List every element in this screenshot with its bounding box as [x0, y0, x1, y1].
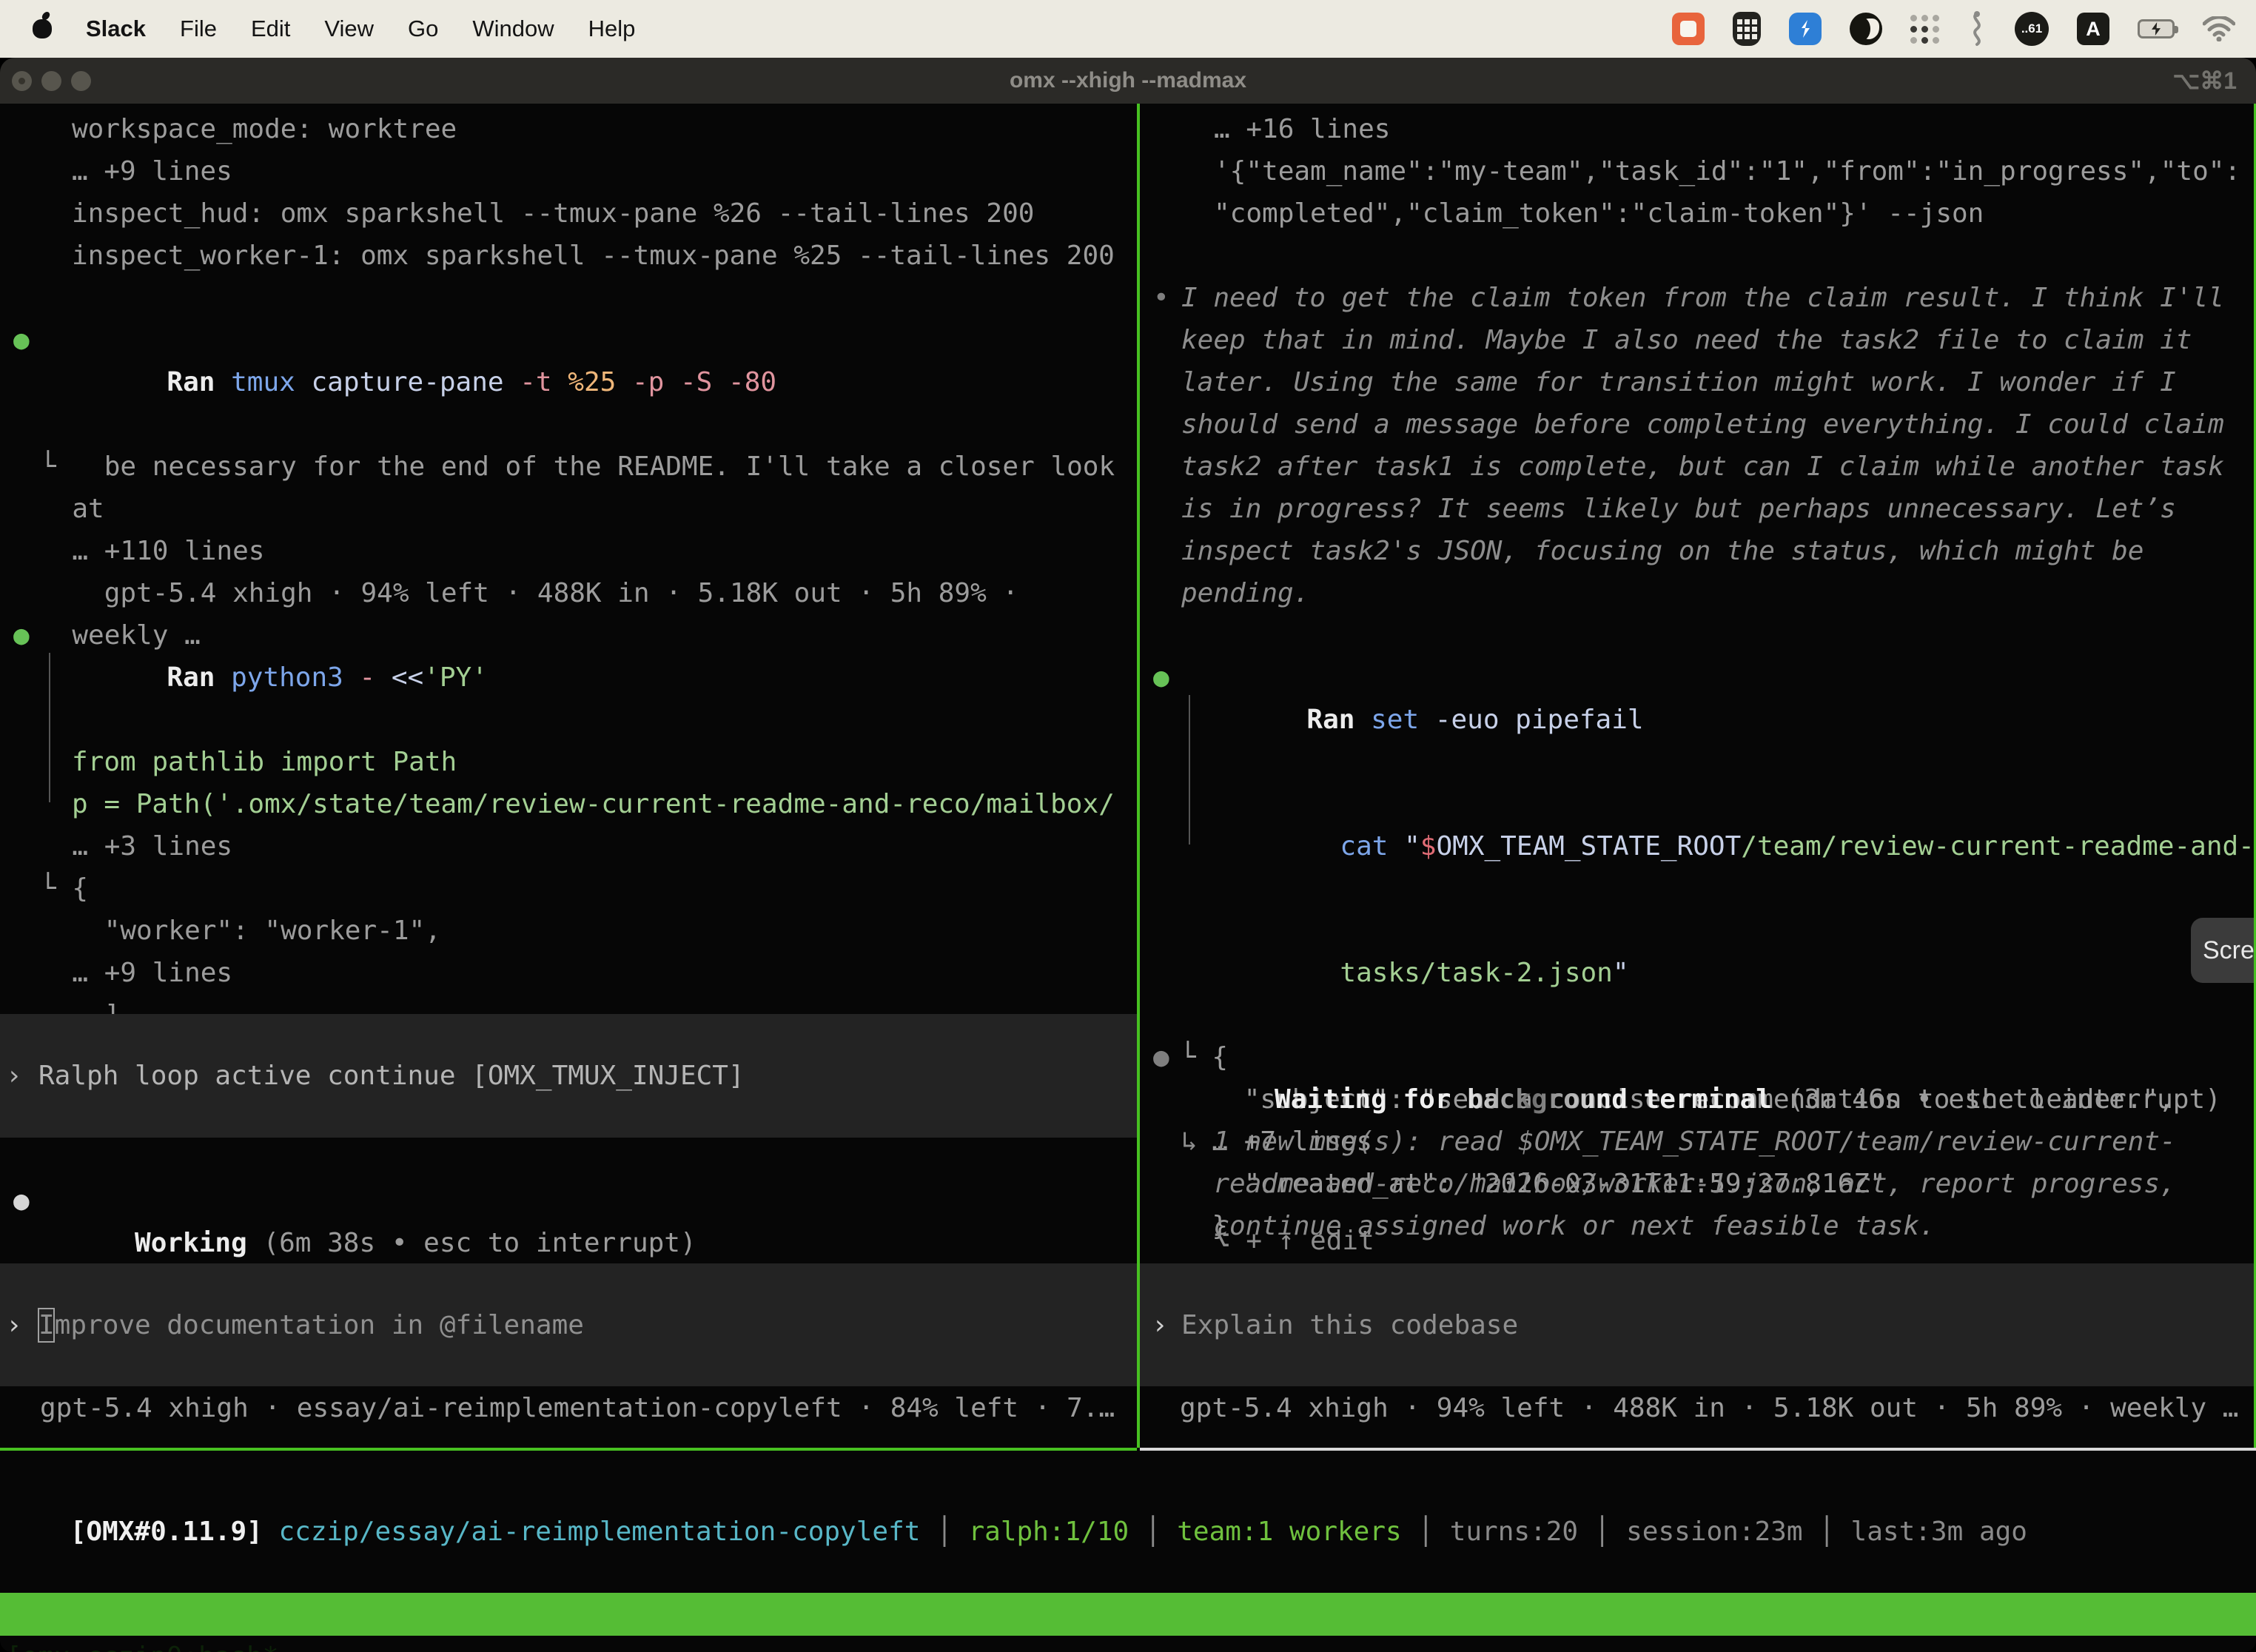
right-log-head: … +16 lines '{"team_name":"my-team","tas…: [1140, 108, 2256, 235]
prompt-input-right[interactable]: › Explain this codebase: [1140, 1263, 2256, 1386]
screen-tooltip: Scre: [2191, 918, 2256, 983]
waiting-bullet-icon: ●: [1153, 1036, 1169, 1078]
prompt-input-left[interactable]: › Improve documentation in @filename: [0, 1263, 1137, 1386]
menu-item-view[interactable]: View: [324, 16, 374, 42]
working-bullet-icon: ●: [13, 1180, 30, 1222]
prompt-placeholder: Explain this codebase: [1140, 1304, 2256, 1346]
omx-ralph-counter: ralph:1/10: [968, 1517, 1129, 1547]
run-bullet-icon: ●: [13, 319, 30, 361]
text-cursor: [38, 1308, 55, 1343]
app-menu-slack[interactable]: Slack: [86, 16, 146, 42]
inject-banner[interactable]: › Ralph loop active continue [OMX_TMUX_I…: [0, 1014, 1137, 1138]
omx-session-stats: │ turns:20 │ session:23m │ last:3m ago: [1402, 1517, 2027, 1547]
tmux-pane-right[interactable]: … +16 lines '{"team_name":"my-team","tas…: [1140, 104, 2256, 1448]
charging-bolt-icon: [2152, 22, 2161, 36]
ran-tmux-block: ●Ran tmux capture-pane -t %25 -p -S -80 …: [0, 319, 1137, 657]
shield-grid-icon[interactable]: [1733, 12, 1761, 46]
left-session-status: gpt-5.4 xhigh · essay/ai-reimplementatio…: [0, 1387, 1137, 1429]
ran-set-command: ●Ran set -euo pipefail: [1140, 657, 2256, 783]
dark-crescent-icon[interactable]: [1850, 13, 1882, 45]
cat-command-line: cat "$OMX_TEAM_STATE_ROOT/team/review-cu…: [1140, 783, 2256, 910]
run-bullet-icon: ●: [13, 614, 30, 657]
pane-divider[interactable]: [1137, 104, 1140, 1448]
thinking-bullet-icon: •: [1153, 277, 1169, 319]
wifi-icon[interactable]: [2203, 16, 2235, 41]
apple-menu-icon[interactable]: [33, 19, 52, 38]
left-log-head: workspace_mode: worktree … +9 lines insp…: [0, 108, 1137, 277]
menu-item-file[interactable]: File: [180, 16, 217, 42]
menu-item-window[interactable]: Window: [472, 16, 554, 42]
tmux-pane-left[interactable]: workspace_mode: worktree … +9 lines insp…: [0, 104, 1137, 1448]
python-code-line: from pathlib import Path: [0, 741, 1137, 783]
ran-tmux-command: ●Ran tmux capture-pane -t %25 -p -S -80: [0, 319, 1137, 446]
menu-item-edit[interactable]: Edit: [251, 16, 290, 42]
input-source-icon[interactable]: A: [2077, 13, 2109, 45]
omx-team-workers: team:1 workers: [1177, 1517, 1401, 1547]
thinking-block: • I need to get the claim token from the…: [1140, 277, 2256, 614]
window-shortcut-hint: ⌥⌘1: [2172, 58, 2237, 104]
battery-icon[interactable]: [2138, 19, 2175, 38]
python-code-line: p = Path('.omx/state/team/review-current…: [0, 783, 1137, 825]
chat-bubble-icon[interactable]: [1672, 13, 1705, 45]
inject-banner-text: Ralph loop active continue [OMX_TMUX_INJ…: [0, 1055, 1137, 1097]
cat-command-line2: tasks/task-2.json": [1140, 910, 2256, 1036]
omx-repo: cczip/essay/ai-reimplementation-copyleft: [263, 1517, 921, 1547]
menu-bar: Slack File Edit View Go Window Help ..61…: [0, 0, 2256, 58]
terminal-window: omx --xhigh --madmax ⌥⌘1 workspace_mode:…: [0, 58, 2256, 1652]
pane-bottom-border-left: [0, 1448, 1137, 1451]
zigzag-glyph: [1796, 19, 1815, 38]
dots-grid-icon[interactable]: [1910, 15, 1939, 44]
ran-python-block: ●Ran python3 - <<'PY' from pathlib impor…: [0, 614, 1137, 1078]
ran-python-command: ●Ran python3 - <<'PY': [0, 614, 1137, 741]
edit-shortcut-hint: ⌥ + ↑ edit: [1140, 1220, 2256, 1262]
window-title-bar: omx --xhigh --madmax ⌥⌘1: [0, 58, 2256, 104]
thinking-text: I need to get the claim token from the c…: [1140, 277, 2256, 614]
run-bullet-icon: ●: [1153, 657, 1169, 699]
omx-status-line: [OMX#0.11.9] cczip/essay/ai-reimplementa…: [6, 1468, 2027, 1511]
pane-bottom-border-right: [1140, 1448, 2256, 1451]
tmux-session-label[interactable]: [omx-cczip0:bash*: [6, 1636, 278, 1652]
menu-item-help[interactable]: Help: [588, 16, 636, 42]
right-session-status: gpt-5.4 xhigh · 94% left · 488K in · 5.1…: [1140, 1387, 2256, 1429]
omx-version: [OMX#0.11.9]: [70, 1517, 263, 1547]
tmux-status-bar: [omx-cczip0:bash* "MacBook-Pro-44.local"…: [0, 1593, 2256, 1636]
blue-badge-icon[interactable]: [1789, 13, 1822, 45]
counter-badge-icon[interactable]: ..61: [2015, 12, 2049, 46]
menu-item-go[interactable]: Go: [408, 16, 438, 42]
window-title: omx --xhigh --madmax: [0, 58, 2256, 104]
squiggle-icon[interactable]: [1967, 11, 1987, 47]
prompt-placeholder: Improve documentation in @filename: [0, 1304, 1137, 1346]
